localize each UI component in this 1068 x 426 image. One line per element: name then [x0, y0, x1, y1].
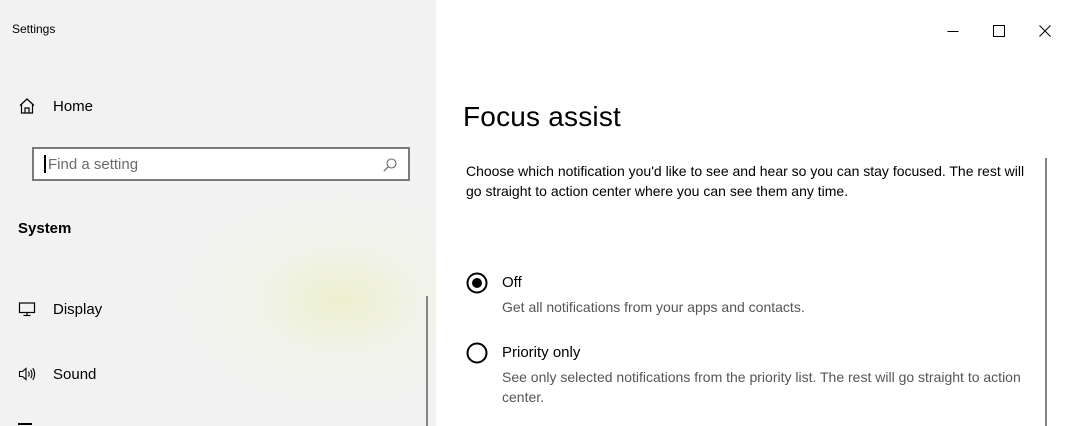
option-off[interactable]: Off Get all notifications from your apps…	[466, 272, 1042, 317]
option-priority-only-description: See only selected notifications from the…	[502, 369, 1021, 405]
search-icon	[383, 158, 397, 172]
main-scrollbar[interactable]	[1045, 158, 1047, 426]
option-off-label: Off	[502, 274, 522, 291]
sound-icon	[18, 367, 36, 381]
search-input[interactable]	[46, 149, 368, 179]
option-priority-only-text: Priority only See only selected notifica…	[502, 342, 1042, 407]
radio-unselected-icon[interactable]	[466, 342, 488, 364]
app-title: Settings	[12, 22, 56, 36]
sidebar-item-display-label: Display	[53, 300, 103, 318]
sidebar-item-home[interactable]: Home	[18, 94, 93, 118]
maximize-icon	[993, 25, 1005, 37]
display-icon	[18, 302, 36, 317]
sidebar-item-sound[interactable]: Sound	[18, 362, 96, 386]
settings-window: Settings Home System Displa	[0, 0, 1068, 426]
sidebar-item-display[interactable]: Display	[18, 297, 102, 321]
option-off-text: Off Get all notifications from your apps…	[502, 272, 1042, 317]
minimize-icon	[947, 31, 959, 32]
search-box[interactable]	[32, 147, 410, 181]
sidebar-scrollbar[interactable]	[426, 296, 428, 426]
window-controls	[930, 0, 1068, 62]
main-content: Focus assist Choose which notification y…	[436, 0, 1068, 426]
sidebar: Settings Home System Displa	[0, 0, 436, 426]
minimize-button[interactable]	[930, 0, 976, 62]
section-title: System	[18, 220, 72, 237]
option-priority-only[interactable]: Priority only See only selected notifica…	[466, 342, 1042, 407]
home-icon	[19, 98, 35, 114]
option-off-description: Get all notifications from your apps and…	[502, 299, 805, 315]
close-button[interactable]	[1022, 0, 1068, 62]
page-title: Focus assist	[463, 101, 621, 132]
maximize-button[interactable]	[976, 0, 1022, 62]
close-icon	[1039, 25, 1051, 37]
radio-selected-icon[interactable]	[466, 272, 488, 294]
page-description: Choose which notification you'd like to …	[466, 163, 1025, 199]
option-priority-only-label: Priority only	[502, 344, 581, 361]
notifications-icon[interactable]	[18, 419, 36, 426]
sidebar-item-sound-label: Sound	[53, 365, 97, 383]
sidebar-item-home-label: Home	[53, 97, 94, 115]
